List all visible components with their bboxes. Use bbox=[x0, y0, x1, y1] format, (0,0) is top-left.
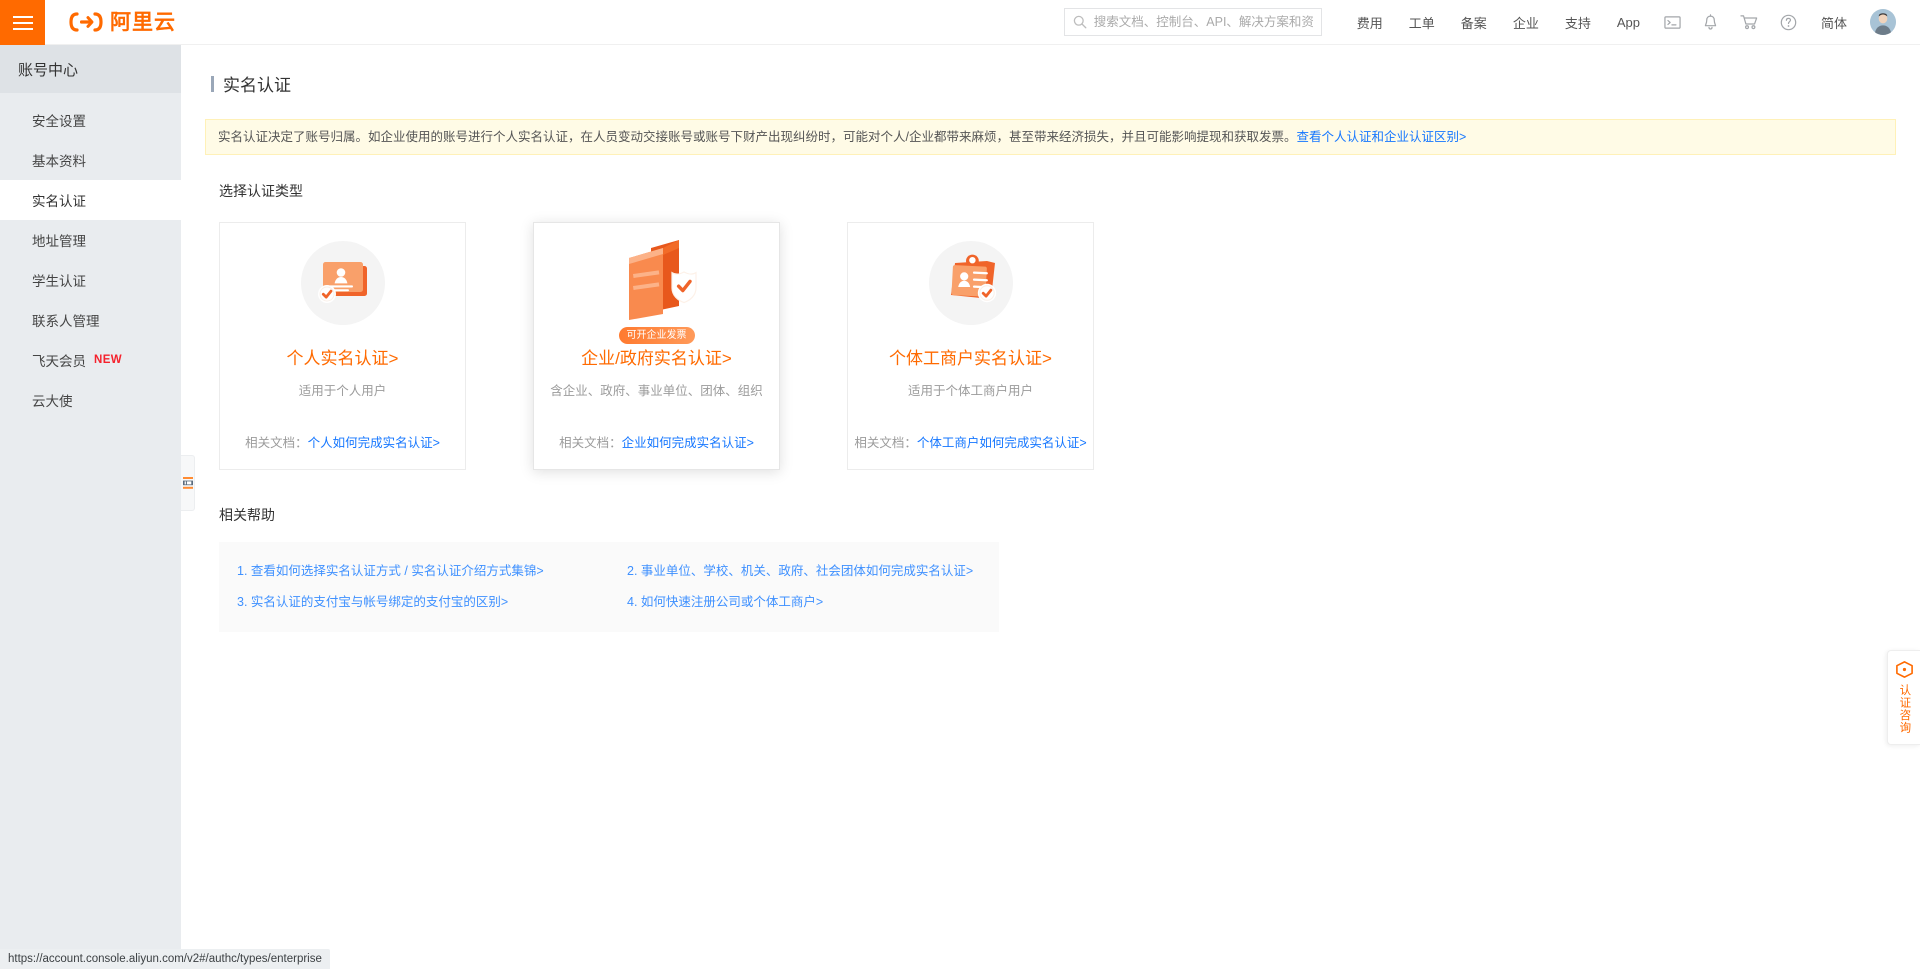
help-circle-icon[interactable] bbox=[1769, 0, 1808, 45]
help-link-text[interactable]: 4. 如何快速注册公司或个体工商户> bbox=[627, 595, 823, 609]
card-title: 个人实名认证> bbox=[286, 349, 399, 368]
card-badge: 可开企业发票 bbox=[618, 327, 695, 344]
sidebar-item-real-name-auth[interactable]: 实名认证 bbox=[0, 180, 181, 220]
nav-item-ticket[interactable]: 工单 bbox=[1396, 0, 1448, 45]
auth-type-cards: 个人实名认证> 适用于个人用户 相关文档：个人如何完成实名认证> 可开企业发票 … bbox=[219, 222, 1920, 470]
sidebar-item-label: 学生认证 bbox=[32, 274, 86, 289]
personal-id-cards-icon bbox=[300, 241, 385, 325]
left-sidebar: 账号中心 安全设置 基本资料 实名认证 地址管理 学生认证 联系人管理 飞天会员 bbox=[0, 45, 181, 969]
card-enterprise-auth[interactable]: 可开企业发票 企业/政府实名认证> 含企业、政府、事业单位、团体、组织 相关文档… bbox=[533, 222, 780, 470]
help-link-2[interactable]: 2. 事业单位、学校、机关、政府、社会团体如何完成实名认证> bbox=[609, 556, 999, 587]
card-individual-business-auth[interactable]: 个体工商户实名认证> 适用于个体工商户用户 相关文档：个体工商户如何完成实名认证… bbox=[847, 222, 1094, 470]
card-doc-link[interactable]: 企业如何完成实名认证> bbox=[622, 436, 754, 450]
business-license-badge-icon bbox=[928, 241, 1013, 325]
terminal-icon[interactable] bbox=[1653, 0, 1692, 45]
card-doc-row: 相关文档：个体工商户如何完成实名认证> bbox=[854, 432, 1086, 451]
help-link-4[interactable]: 4. 如何快速注册公司或个体工商户> bbox=[609, 587, 999, 618]
nav-item-icp[interactable]: 备案 bbox=[1448, 0, 1500, 45]
sidebar-item-contact-management[interactable]: 联系人管理 bbox=[0, 300, 181, 340]
card-illustration bbox=[925, 229, 1017, 337]
consult-chat-icon bbox=[1895, 661, 1913, 678]
card-doc-prefix: 相关文档： bbox=[854, 436, 917, 451]
bell-icon[interactable] bbox=[1692, 0, 1729, 45]
card-subtitle: 适用于个人用户 bbox=[298, 384, 387, 399]
card-illustration bbox=[297, 229, 389, 337]
card-title: 企业/政府实名认证> bbox=[581, 349, 732, 368]
card-title: 个体工商户实名认证> bbox=[889, 349, 1052, 368]
title-accent-bar bbox=[211, 75, 214, 92]
consult-widget-label: 认证咨询 bbox=[1898, 684, 1911, 734]
sidebar-item-basic-info[interactable]: 基本资料 bbox=[0, 140, 181, 180]
sidebar-item-label: 安全设置 bbox=[32, 114, 86, 129]
global-search[interactable] bbox=[1063, 8, 1322, 36]
card-illustration bbox=[607, 229, 707, 337]
section-label-auth-type: 选择认证类型 bbox=[219, 183, 303, 199]
main-content: 实名认证 实名认证决定了账号归属。如企业使用的账号进行个人实名认证，在人员变动交… bbox=[181, 45, 1920, 969]
nav-item-app[interactable]: App bbox=[1604, 0, 1653, 45]
language-selector[interactable]: 简体 bbox=[1808, 0, 1860, 45]
nav-item-fee[interactable]: 费用 bbox=[1344, 0, 1396, 45]
card-doc-prefix: 相关文档： bbox=[245, 436, 308, 451]
notice-text: 实名认证决定了账号归属。如企业使用的账号进行个人实名认证，在人员变动交接账号或账… bbox=[218, 130, 1297, 144]
sidebar-item-label: 基本资料 bbox=[32, 154, 86, 169]
sidebar-item-label: 实名认证 bbox=[32, 194, 86, 209]
consult-widget[interactable]: 认证咨询 bbox=[1887, 650, 1920, 745]
top-header-bar: 阿里云 费用 工单 备案 企业 支持 App bbox=[0, 0, 1920, 45]
card-doc-link[interactable]: 个人如何完成实名认证> bbox=[308, 436, 440, 450]
card-doc-link[interactable]: 个体工商户如何完成实名认证> bbox=[917, 436, 1087, 450]
sidebar-item-security-settings[interactable]: 安全设置 bbox=[0, 100, 181, 140]
card-doc-row: 相关文档：企业如何完成实名认证> bbox=[559, 432, 754, 451]
card-doc-prefix: 相关文档： bbox=[559, 436, 622, 451]
card-subtitle: 适用于个体工商户用户 bbox=[907, 384, 1033, 399]
sidebar-item-label: 联系人管理 bbox=[32, 314, 100, 329]
related-help-box: 1. 查看如何选择实名认证方式 / 实名认证介绍方式集锦> 2. 事业单位、学校… bbox=[219, 542, 999, 632]
cart-icon[interactable] bbox=[1729, 0, 1769, 45]
top-nav: 费用 工单 备案 企业 支持 App 简体 bbox=[1344, 0, 1920, 44]
search-icon bbox=[1073, 15, 1087, 29]
status-bar-url: https://account.console.aliyun.com/v2#/a… bbox=[0, 949, 330, 969]
help-link-text[interactable]: 2. 事业单位、学校、机关、政府、社会团体如何完成实名认证> bbox=[627, 564, 973, 578]
help-link-text[interactable]: 3. 实名认证的支付宝与帐号绑定的支付宝的区别> bbox=[237, 595, 508, 609]
warning-notice-banner: 实名认证决定了账号归属。如企业使用的账号进行个人实名认证，在人员变动交接账号或账… bbox=[205, 119, 1896, 155]
search-input[interactable] bbox=[1093, 15, 1313, 29]
notice-link[interactable]: 查看个人认证和企业认证区别> bbox=[1296, 130, 1466, 144]
section-label-related-help: 相关帮助 bbox=[219, 507, 275, 523]
enterprise-building-shield-icon bbox=[628, 240, 697, 320]
sidebar-menu: 安全设置 基本资料 实名认证 地址管理 学生认证 联系人管理 飞天会员 NEW bbox=[0, 93, 181, 420]
card-doc-row: 相关文档：个人如何完成实名认证> bbox=[245, 432, 440, 451]
sidebar-item-label: 地址管理 bbox=[32, 234, 86, 249]
sidebar-item-student-auth[interactable]: 学生认证 bbox=[0, 260, 181, 300]
page-title: 实名认证 bbox=[223, 76, 291, 95]
help-link-1[interactable]: 1. 查看如何选择实名认证方式 / 实名认证介绍方式集锦> bbox=[219, 556, 609, 587]
sidebar-item-label: 飞天会员 bbox=[32, 354, 86, 369]
collapse-sidebar-icon[interactable] bbox=[181, 455, 195, 511]
aliyun-logo-icon bbox=[69, 12, 103, 32]
nav-item-enterprise[interactable]: 企业 bbox=[1500, 0, 1552, 45]
browser-page: 阿里云 费用 工单 备案 企业 支持 App bbox=[0, 0, 1920, 969]
page-header: 实名认证 bbox=[181, 45, 1920, 96]
sidebar-item-label: 云大使 bbox=[32, 394, 73, 409]
help-link-3[interactable]: 3. 实名认证的支付宝与帐号绑定的支付宝的区别> bbox=[219, 587, 609, 618]
sidebar-item-feitian-member[interactable]: 飞天会员 NEW bbox=[0, 340, 181, 380]
aliyun-logo[interactable]: 阿里云 bbox=[45, 0, 176, 44]
new-badge: NEW bbox=[94, 354, 123, 366]
sidebar-item-address-management[interactable]: 地址管理 bbox=[0, 220, 181, 260]
logo-text: 阿里云 bbox=[110, 10, 176, 34]
card-personal-auth[interactable]: 个人实名认证> 适用于个人用户 相关文档：个人如何完成实名认证> bbox=[219, 222, 466, 470]
nav-item-support[interactable]: 支持 bbox=[1552, 0, 1604, 45]
card-subtitle: 含企业、政府、事业单位、团体、组织 bbox=[550, 384, 763, 399]
help-link-text[interactable]: 1. 查看如何选择实名认证方式 / 实名认证介绍方式集锦> bbox=[237, 564, 544, 578]
sidebar-item-cloud-ambassador[interactable]: 云大使 bbox=[0, 380, 181, 420]
hamburger-icon[interactable] bbox=[0, 0, 45, 45]
user-avatar[interactable] bbox=[1870, 9, 1896, 35]
sidebar-title: 账号中心 bbox=[0, 45, 181, 93]
